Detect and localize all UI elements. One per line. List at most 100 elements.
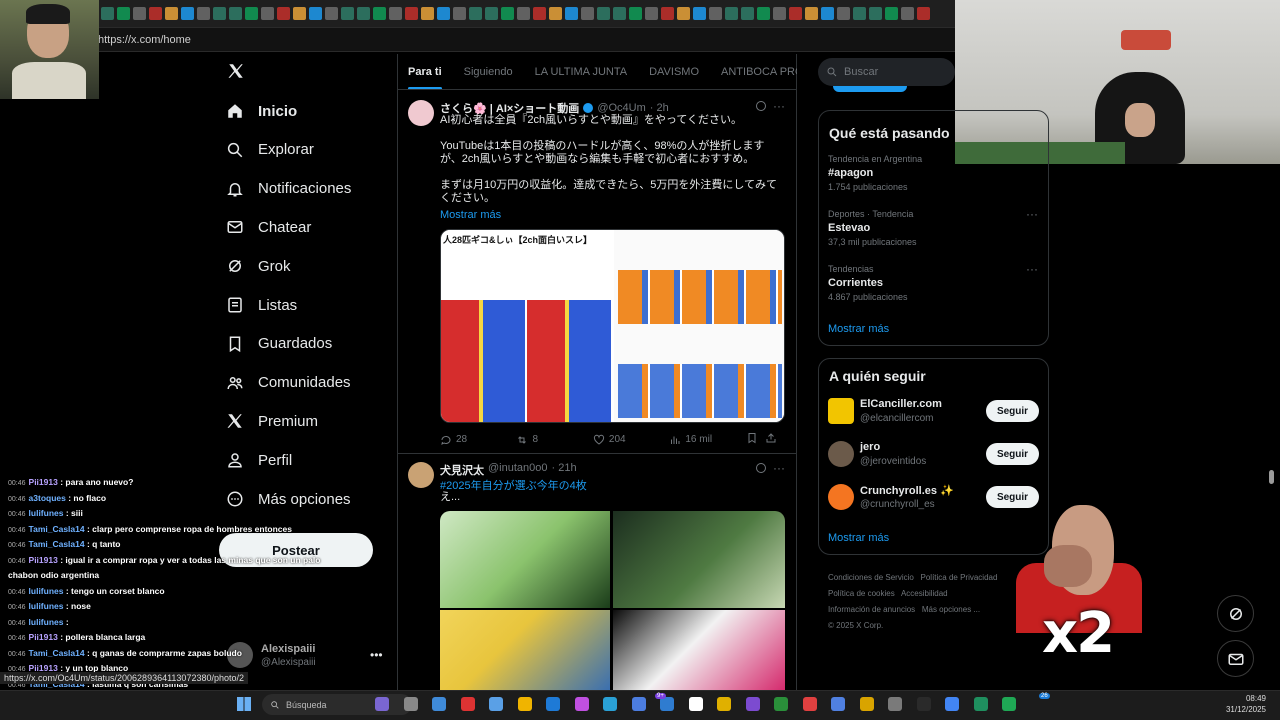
browser-tab-favicon[interactable] — [517, 7, 530, 20]
tab-davismo[interactable]: DAVISMO — [638, 54, 710, 89]
media-image-left[interactable]: 人28匹ギコ&しぃ【2ch面白いスレ】 — [441, 230, 612, 422]
browser-tab-favicon[interactable] — [485, 7, 498, 20]
taskbar-app-icon[interactable] — [973, 697, 988, 711]
views-button[interactable]: 16 mil — [669, 434, 745, 446]
media-image-right[interactable] — [614, 230, 784, 422]
tab-la-ultima-junta[interactable]: LA ULTIMA JUNTA — [524, 54, 639, 89]
nav-item-chatear[interactable]: Chatear — [226, 212, 311, 242]
nav-item-m-s-opciones[interactable]: Más opciones — [226, 484, 351, 514]
follow-avatar[interactable] — [828, 484, 854, 510]
search-input[interactable]: Buscar — [818, 58, 955, 86]
browser-tab-favicon[interactable] — [117, 7, 130, 20]
bookmark-icon[interactable] — [746, 432, 766, 447]
account-more-icon[interactable]: ••• — [370, 648, 383, 662]
share-icon[interactable] — [765, 432, 785, 447]
browser-tab-favicon[interactable] — [709, 7, 722, 20]
nav-item-guardados[interactable]: Guardados — [226, 329, 332, 359]
tweet-time[interactable]: · 21h — [552, 462, 577, 478]
browser-tab-favicon[interactable] — [725, 7, 738, 20]
like-button[interactable]: 204 — [593, 434, 669, 446]
browser-tab-favicon[interactable] — [149, 7, 162, 20]
tweet-media[interactable]: 人28匹ギコ&しぃ【2ch面白いスレ】 — [440, 229, 785, 423]
browser-tab-favicon[interactable] — [773, 7, 786, 20]
taskbar-app-icon[interactable] — [489, 697, 503, 711]
taskbar-clock[interactable]: 08:49 31/12/2025 — [1212, 693, 1266, 715]
follow-button[interactable]: Seguir — [986, 443, 1039, 465]
browser-tab-favicon[interactable] — [165, 7, 178, 20]
browser-tab-favicon[interactable] — [821, 7, 834, 20]
taskbar-app-icon[interactable] — [460, 697, 475, 711]
repost-button[interactable]: 8 — [516, 434, 592, 446]
taskbar-app-icon[interactable] — [574, 697, 589, 711]
footer-link[interactable]: Política de Privacidad — [921, 573, 998, 582]
browser-tab-favicon[interactable] — [181, 7, 194, 20]
taskbar-app-icon[interactable] — [603, 697, 617, 711]
taskbar-app-icon[interactable] — [432, 697, 446, 711]
media-image[interactable] — [613, 511, 785, 608]
trend-item[interactable]: Deportes · Tendencia Estevao 37,3 mil publ… — [828, 207, 1038, 257]
taskbar-app-icon[interactable] — [888, 697, 902, 711]
browser-tab-favicon[interactable] — [789, 7, 802, 20]
url-text[interactable]: https://x.com/home — [98, 34, 191, 46]
nav-item-comunidades[interactable]: Comunidades — [226, 368, 351, 398]
taskbar-app-icon[interactable] — [546, 697, 560, 711]
follow-avatar[interactable] — [828, 398, 854, 424]
follow-avatar[interactable] — [828, 441, 854, 467]
trends-show-more[interactable]: Mostrar más — [828, 323, 889, 335]
browser-tab-favicon[interactable] — [437, 7, 450, 20]
footer-link[interactable]: Accesibilidad — [901, 589, 948, 598]
tweet-author[interactable]: 犬見沢太 — [440, 462, 484, 478]
footer-link[interactable]: Condiciones de Servicio — [828, 573, 914, 582]
grok-floating-button[interactable] — [1217, 595, 1254, 632]
tab-siguiendo[interactable]: Siguiendo — [453, 54, 524, 89]
trend-more-icon[interactable]: ··· — [1026, 207, 1038, 221]
browser-tab-favicon[interactable] — [565, 7, 578, 20]
footer-link[interactable]: Más opciones ... — [922, 605, 980, 614]
trend-item[interactable]: Tendencias Corrientes 4.867 publicaciones ·… — [828, 262, 1038, 312]
follow-handle[interactable]: @crunchyroll_es — [860, 499, 935, 510]
premium-button-partial[interactable] — [833, 86, 907, 92]
nav-item-grok[interactable]: Grok — [226, 251, 291, 281]
browser-tab-favicon[interactable] — [805, 7, 818, 20]
browser-tab-favicon[interactable] — [757, 7, 770, 20]
trend-item[interactable]: Tendencia en Argentina #apagon 1.754 publi… — [828, 154, 1038, 202]
show-more-link[interactable]: Mostrar más — [440, 209, 501, 221]
taskbar-app-icon[interactable] — [717, 697, 731, 711]
follow-handle[interactable]: @elcancillercom — [860, 413, 934, 424]
browser-tab-favicon[interactable] — [677, 7, 690, 20]
taskbar-app-icon[interactable] — [774, 697, 788, 711]
taskbar-app-icon[interactable] — [403, 697, 418, 711]
browser-tab-favicon[interactable] — [645, 7, 658, 20]
tweet-avatar[interactable] — [408, 462, 434, 488]
browser-tab-favicon[interactable] — [421, 7, 434, 20]
tweet-hashtag[interactable]: #2025年自分が選ぶ今年の4枚 — [440, 477, 587, 493]
browser-tab-favicon[interactable] — [629, 7, 642, 20]
browser-tab-favicon[interactable] — [533, 7, 546, 20]
media-image[interactable] — [440, 511, 610, 608]
browser-tab-favicon[interactable] — [869, 7, 882, 20]
tweet-time[interactable]: · 2h — [650, 102, 669, 114]
tweet-more-icon[interactable]: ··· — [773, 99, 785, 113]
taskbar-app-icon[interactable] — [802, 697, 817, 711]
messages-floating-button[interactable] — [1217, 640, 1254, 677]
tweet-handle[interactable]: @inutan0o0 — [488, 462, 548, 478]
browser-tab-favicon[interactable] — [853, 7, 866, 20]
start-icon[interactable] — [237, 697, 251, 711]
browser-tab-favicon[interactable] — [741, 7, 754, 20]
browser-tab-favicon[interactable] — [245, 7, 258, 20]
follow-button[interactable]: Seguir — [986, 400, 1039, 422]
taskbar-app-icon[interactable] — [517, 697, 532, 711]
media-image[interactable] — [440, 610, 610, 690]
taskbar-app-icon[interactable] — [916, 697, 931, 711]
browser-tab-favicon[interactable] — [309, 7, 322, 20]
trend-more-icon[interactable]: ··· — [1026, 262, 1038, 276]
footer-link[interactable]: Política de cookies — [828, 589, 895, 598]
nav-item-explorar[interactable]: Explorar — [226, 135, 314, 165]
browser-tab-favicon[interactable] — [901, 7, 914, 20]
browser-tab-favicon[interactable] — [549, 7, 562, 20]
browser-tab-favicon[interactable] — [261, 7, 274, 20]
footer-link[interactable]: Información de anuncios — [828, 605, 915, 614]
browser-tab-favicon[interactable] — [597, 7, 610, 20]
taskbar-app-icon[interactable] — [831, 697, 845, 711]
taskbar-app-icon[interactable] — [660, 697, 674, 711]
